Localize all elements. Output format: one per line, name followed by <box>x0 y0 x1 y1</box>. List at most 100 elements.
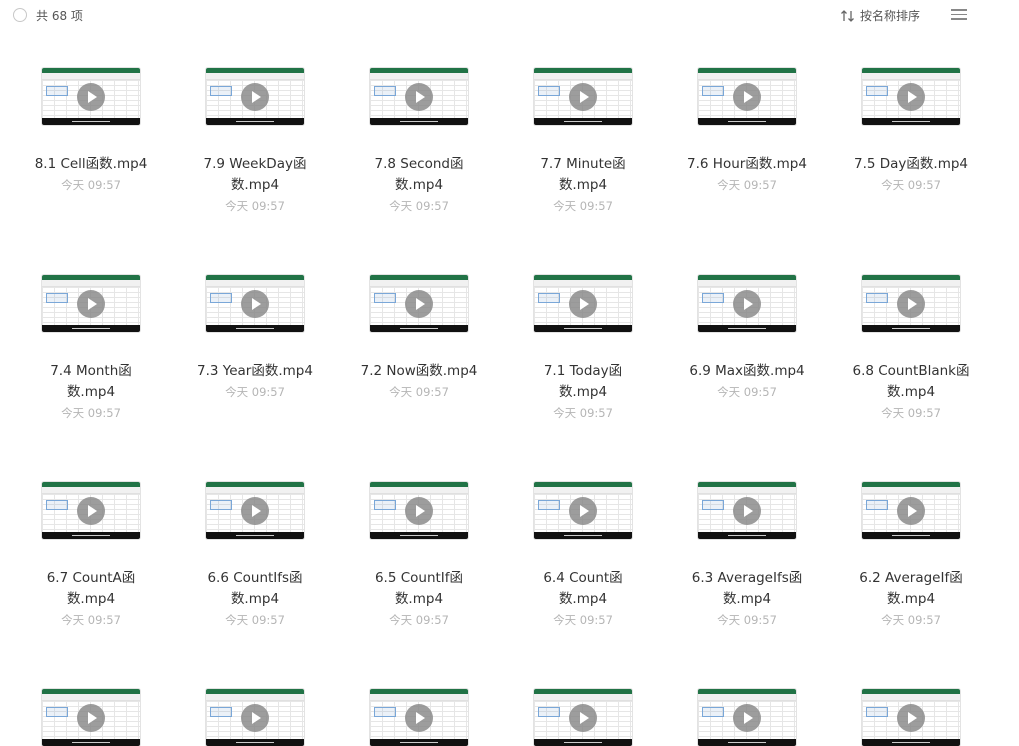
play-icon[interactable] <box>733 704 761 732</box>
play-icon[interactable] <box>897 497 925 525</box>
file-name-line: 数.mp4 <box>394 177 444 193</box>
play-icon[interactable] <box>569 290 597 318</box>
play-icon[interactable] <box>77 704 105 732</box>
play-icon[interactable] <box>897 83 925 111</box>
play-icon[interactable] <box>405 497 433 525</box>
video-thumbnail[interactable] <box>862 275 960 332</box>
selected-cells <box>702 500 724 510</box>
play-icon[interactable] <box>569 497 597 525</box>
selected-cells <box>46 293 68 303</box>
video-thumbnail[interactable] <box>534 275 632 332</box>
file-name-line: 7.6 Hour函数.mp4 <box>687 156 807 172</box>
video-thumbnail[interactable] <box>206 275 304 332</box>
selected-cells <box>702 86 724 96</box>
video-thumbnail[interactable] <box>534 68 632 125</box>
subtitle-bar <box>370 739 468 746</box>
play-icon[interactable] <box>733 497 761 525</box>
file-name[interactable]: 6.8 CountBlank函 数.mp4 今天 09:57 <box>841 361 981 424</box>
play-icon[interactable] <box>405 704 433 732</box>
file-name[interactable]: 7.5 Day函数.mp4 今天 09:57 <box>841 154 981 196</box>
modified-time: 今天 09:57 <box>61 613 121 627</box>
file-name[interactable]: 7.8 Second函 数.mp4 今天 09:57 <box>349 154 489 217</box>
video-thumbnail[interactable] <box>42 68 140 125</box>
file-name[interactable]: 6.6 CountIfs函 数.mp4 今天 09:57 <box>185 568 325 631</box>
excel-toolbar <box>206 73 304 80</box>
selected-cells <box>866 707 888 717</box>
file-name[interactable]: 6.7 CountA函 数.mp4 今天 09:57 <box>21 568 161 631</box>
subtitle-bar <box>698 118 796 125</box>
excel-toolbar <box>42 487 140 494</box>
file-name[interactable]: 6.3 AverageIfs函 数.mp4 今天 09:57 <box>677 568 817 631</box>
video-thumbnail[interactable] <box>862 68 960 125</box>
video-thumbnail[interactable] <box>862 482 960 539</box>
video-thumbnail[interactable] <box>206 68 304 125</box>
video-thumbnail[interactable] <box>534 689 632 746</box>
video-thumbnail[interactable] <box>370 275 468 332</box>
video-thumbnail[interactable] <box>370 482 468 539</box>
file-name[interactable]: 7.1 Today函 数.mp4 今天 09:57 <box>513 361 653 424</box>
play-icon[interactable] <box>733 290 761 318</box>
file-name-line: 7.5 Day函数.mp4 <box>853 156 969 172</box>
subtitle-bar <box>534 739 632 746</box>
file-name[interactable]: 6.4 Count函 数.mp4 今天 09:57 <box>513 568 653 631</box>
selected-cells <box>46 86 68 96</box>
file-name[interactable]: 6.2 AverageIf函 数.mp4 今天 09:57 <box>841 568 981 631</box>
video-thumbnail[interactable] <box>370 689 468 746</box>
play-icon[interactable] <box>77 83 105 111</box>
file-name[interactable]: 7.6 Hour函数.mp4 今天 09:57 <box>677 154 817 196</box>
play-icon[interactable] <box>897 290 925 318</box>
file-name[interactable]: 7.3 Year函数.mp4 今天 09:57 <box>185 361 325 403</box>
video-thumbnail[interactable] <box>534 482 632 539</box>
modified-time: 今天 09:57 <box>881 613 941 627</box>
video-thumbnail[interactable] <box>698 482 796 539</box>
file-name[interactable]: 7.4 Month函 数.mp4 今天 09:57 <box>21 361 161 424</box>
play-icon[interactable] <box>241 290 269 318</box>
excel-toolbar <box>370 694 468 701</box>
play-icon[interactable] <box>569 83 597 111</box>
file-name[interactable]: 7.9 WeekDay函 数.mp4 今天 09:57 <box>185 154 325 217</box>
video-thumbnail[interactable] <box>698 689 796 746</box>
video-thumbnail[interactable] <box>206 482 304 539</box>
play-icon[interactable] <box>77 290 105 318</box>
excel-toolbar <box>42 280 140 287</box>
play-icon[interactable] <box>241 497 269 525</box>
video-thumbnail[interactable] <box>862 689 960 746</box>
modified-time: 今天 09:57 <box>61 178 121 192</box>
video-thumbnail[interactable] <box>698 68 796 125</box>
play-icon[interactable] <box>77 497 105 525</box>
video-thumbnail[interactable] <box>42 482 140 539</box>
file-name[interactable]: 6.9 Max函数.mp4 今天 09:57 <box>677 361 817 403</box>
play-icon[interactable] <box>241 83 269 111</box>
play-icon[interactable] <box>405 290 433 318</box>
file-name-line: 7.1 Today函 <box>543 363 623 379</box>
subtitle-bar <box>370 325 468 332</box>
file-name[interactable]: 7.2 Now函数.mp4 今天 09:57 <box>349 361 489 403</box>
subtitle-bar <box>206 118 304 125</box>
video-thumbnail[interactable] <box>370 68 468 125</box>
play-icon[interactable] <box>569 704 597 732</box>
play-icon[interactable] <box>405 83 433 111</box>
video-thumbnail[interactable] <box>698 275 796 332</box>
video-thumbnail[interactable] <box>206 689 304 746</box>
subtitle-bar <box>534 118 632 125</box>
play-icon[interactable] <box>733 83 761 111</box>
excel-toolbar <box>698 694 796 701</box>
selected-cells <box>374 293 396 303</box>
subtitle-bar <box>862 739 960 746</box>
subtitle-bar <box>698 325 796 332</box>
modified-time: 今天 09:57 <box>881 178 941 192</box>
play-icon[interactable] <box>241 704 269 732</box>
video-thumbnail[interactable] <box>42 275 140 332</box>
excel-toolbar <box>698 73 796 80</box>
file-name[interactable]: 7.7 Minute函 数.mp4 今天 09:57 <box>513 154 653 217</box>
subtitle-bar <box>206 532 304 539</box>
file-name-line: 7.9 WeekDay函 <box>203 156 307 172</box>
excel-toolbar <box>370 73 468 80</box>
modified-time: 今天 09:57 <box>225 613 285 627</box>
file-name[interactable]: 6.5 CountIf函 数.mp4 今天 09:57 <box>349 568 489 631</box>
video-thumbnail[interactable] <box>42 689 140 746</box>
play-icon[interactable] <box>897 704 925 732</box>
excel-toolbar <box>862 487 960 494</box>
selected-cells <box>538 707 560 717</box>
file-name[interactable]: 8.1 Cell函数.mp4 今天 09:57 <box>21 154 161 196</box>
